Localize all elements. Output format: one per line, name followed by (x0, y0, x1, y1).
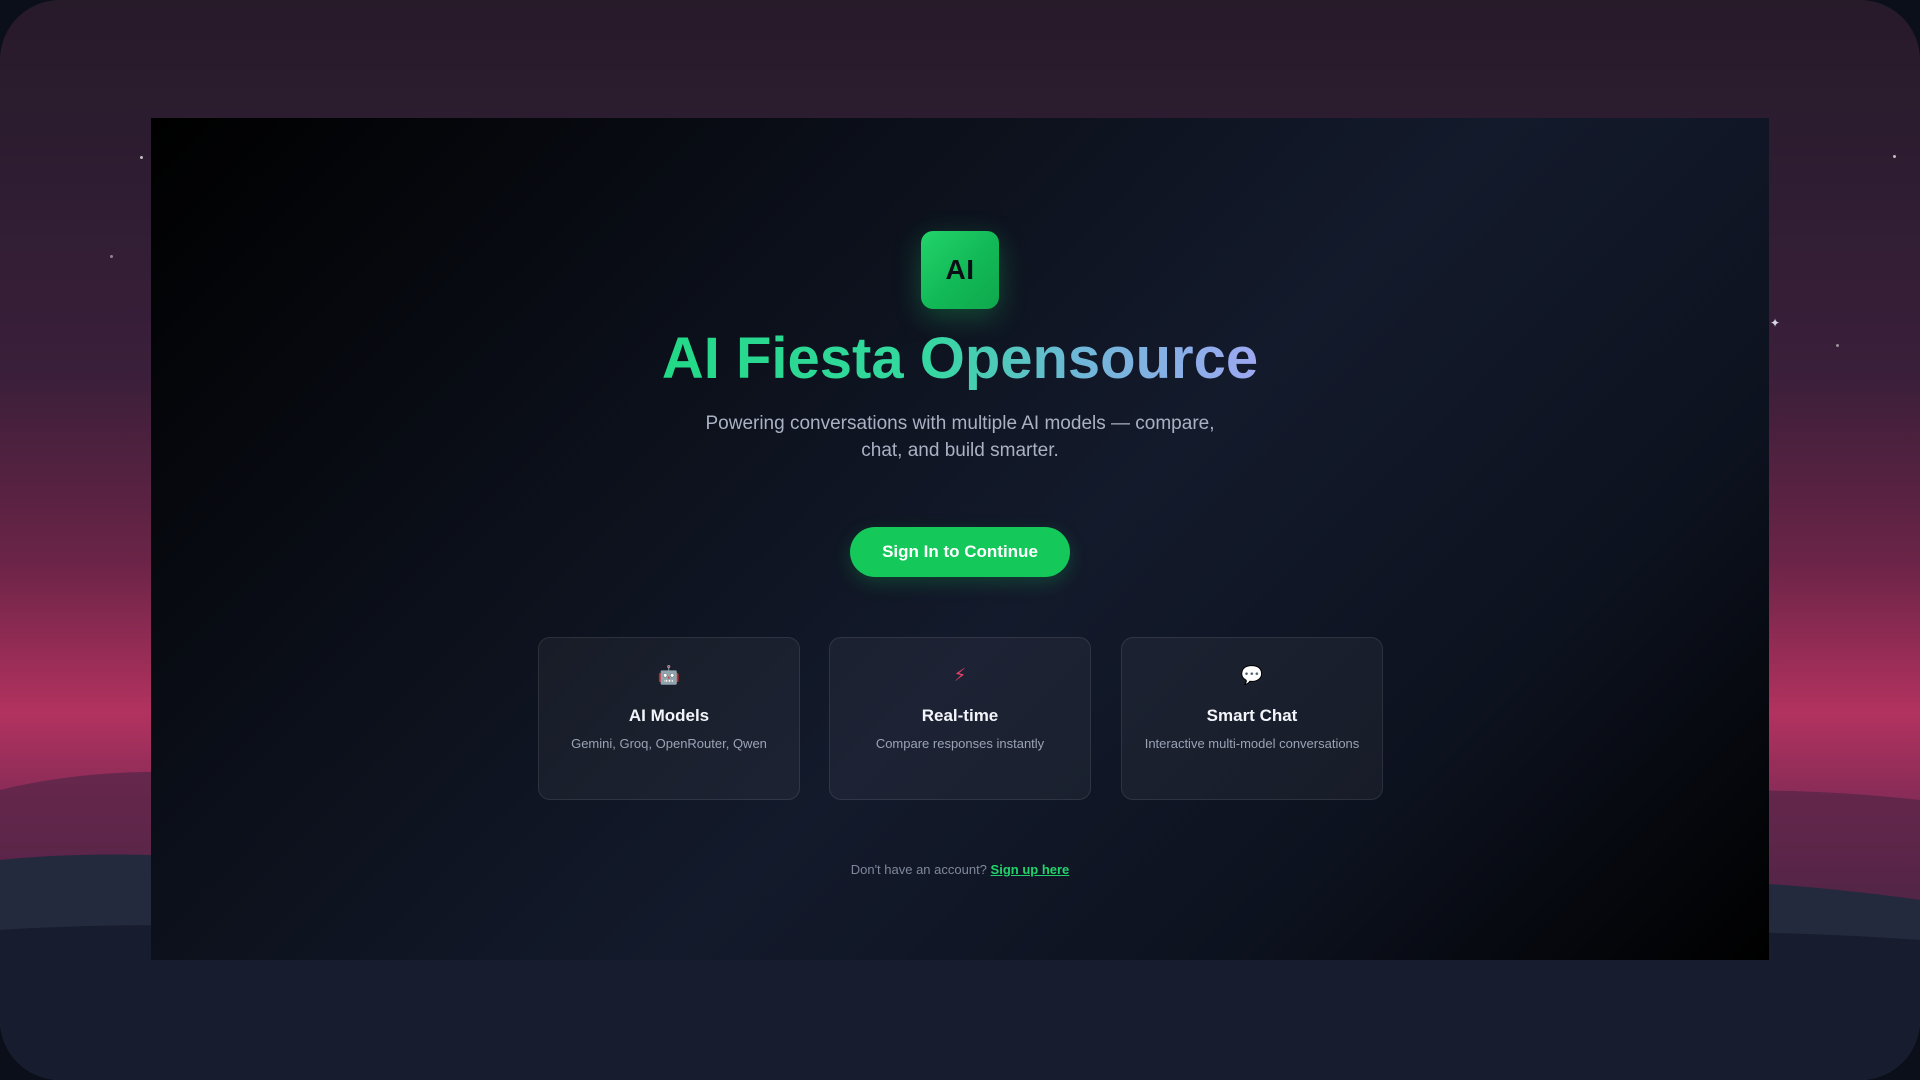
feature-description: Gemini, Groq, OpenRouter, Qwen (571, 736, 767, 751)
robot-icon: 🤖 (657, 665, 681, 686)
sparkle-icon: ✦ (1770, 316, 1781, 330)
speech-bubble-icon: 💬 (1240, 665, 1264, 686)
desktop-wallpaper: ✦ AI AI Fiesta Opensource Powering conve… (0, 0, 1920, 1080)
sign-in-button[interactable]: Sign In to Continue (850, 527, 1070, 577)
sign-up-link[interactable]: Sign up here (991, 862, 1070, 877)
feature-card-ai-models: 🤖 AI Models Gemini, Groq, OpenRouter, Qw… (538, 637, 800, 800)
feature-description: Interactive multi-model conversations (1144, 736, 1360, 751)
page-subtitle: Powering conversations with multiple AI … (705, 413, 1215, 461)
signup-prompt: Don't have an account? Sign up here (151, 862, 1769, 877)
feature-description: Compare responses instantly (875, 736, 1045, 751)
app-logo: AI (921, 231, 999, 309)
feature-card-smart-chat: 💬 Smart Chat Interactive multi-model con… (1121, 637, 1383, 800)
feature-title: AI Models (628, 706, 710, 725)
page-title: AI Fiesta Opensource (151, 324, 1769, 394)
page-title-text: AI Fiesta Opensource (661, 326, 1259, 391)
feature-title: Real-time (921, 706, 999, 725)
feature-title: Smart Chat (1206, 706, 1298, 725)
lightning-icon: ⚡ (953, 665, 967, 686)
landing-window: AI AI Fiesta Opensource Powering convers… (151, 118, 1769, 960)
feature-card-real-time: ⚡ Real-time Compare responses instantly (829, 637, 1091, 800)
signup-prompt-text: Don't have an account? (850, 862, 987, 877)
